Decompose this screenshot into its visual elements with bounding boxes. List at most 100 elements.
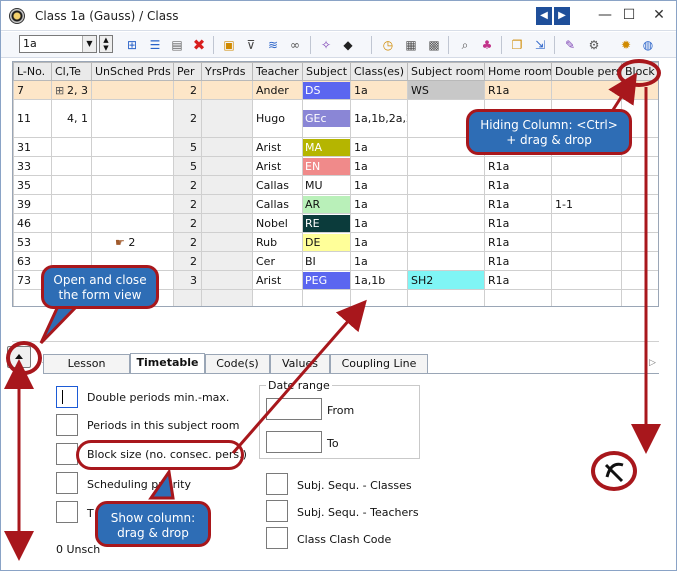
- subject-room-periods-field[interactable]: [56, 414, 78, 436]
- periods-cell[interactable]: 2: [173, 194, 202, 214]
- home-room-cell[interactable]: R1a: [484, 80, 552, 100]
- classes-cell[interactable]: 1a: [350, 137, 408, 157]
- column-header-cl-te[interactable]: Cl,Te: [51, 62, 92, 81]
- new-doc-icon[interactable]: ▤: [168, 36, 186, 54]
- edit-icon[interactable]: ✎: [561, 36, 579, 54]
- lesson-number-cell[interactable]: 33: [13, 156, 52, 176]
- block-cell[interactable]: [621, 270, 658, 290]
- timetable-icon[interactable]: ▦: [402, 36, 420, 54]
- grid-icon[interactable]: ▩: [425, 36, 443, 54]
- empty-cell[interactable]: [621, 289, 658, 306]
- double-periods-cell[interactable]: [551, 213, 622, 233]
- clock-icon[interactable]: ◷: [379, 36, 397, 54]
- gear-icon[interactable]: ✹: [617, 36, 635, 54]
- year-periods-cell[interactable]: [201, 213, 253, 233]
- block-size-field[interactable]: [56, 443, 78, 465]
- tab-values[interactable]: Values: [270, 354, 330, 373]
- teacher-cell[interactable]: Arist: [252, 137, 303, 157]
- unscheduled-cell[interactable]: [91, 213, 174, 233]
- teacher-hat-icon[interactable]: ◆: [339, 36, 357, 54]
- home-room-cell[interactable]: R1a: [484, 175, 552, 195]
- teacher-cell[interactable]: Hugo: [252, 99, 303, 138]
- year-periods-cell[interactable]: [201, 194, 253, 214]
- unscheduled-cell[interactable]: [91, 80, 174, 100]
- subject-room-cell[interactable]: [407, 213, 485, 233]
- new-row-icon[interactable]: ⊞: [123, 36, 141, 54]
- unscheduled-cell[interactable]: [91, 156, 174, 176]
- subject-cell[interactable]: MU: [302, 175, 351, 195]
- table-row[interactable]: 7 ⊞ 2, 3 2 Ander DS 1a WS R1a: [13, 80, 658, 100]
- tune-icon[interactable]: ≋: [264, 36, 282, 54]
- block-cell[interactable]: [621, 156, 658, 176]
- date-from-field[interactable]: [266, 398, 322, 420]
- empty-cell[interactable]: [252, 289, 303, 306]
- periods-cell[interactable]: 2: [173, 251, 202, 271]
- class-teacher-cell[interactable]: [51, 194, 92, 214]
- class-teacher-cell[interactable]: 4, 1: [51, 99, 92, 138]
- unscheduled-cell[interactable]: [91, 137, 174, 157]
- classes-cell[interactable]: 1a,1b,2a,2b: [350, 99, 408, 138]
- subject-cell[interactable]: EN: [302, 156, 351, 176]
- periods-cell[interactable]: 5: [173, 156, 202, 176]
- teacher-cell[interactable]: Callas: [252, 175, 303, 195]
- periods-cell[interactable]: 2: [173, 99, 202, 138]
- class-stepper[interactable]: ▲ ▼: [99, 35, 113, 53]
- year-periods-cell[interactable]: [201, 156, 253, 176]
- column-header-per[interactable]: Per: [173, 62, 202, 81]
- unscheduled-cell[interactable]: [91, 99, 174, 138]
- tab-code-s[interactable]: Code(s): [205, 354, 270, 373]
- empty-cell[interactable]: [484, 289, 552, 306]
- home-room-cell[interactable]: R1a: [484, 232, 552, 252]
- tab-lesson[interactable]: Lesson: [43, 354, 130, 373]
- form-splitter[interactable]: [12, 341, 659, 342]
- lesson-number-cell[interactable]: 35: [13, 175, 52, 195]
- double-periods-cell[interactable]: [551, 156, 622, 176]
- block-cell[interactable]: [621, 232, 658, 252]
- lesson-number-cell[interactable]: 46: [13, 213, 52, 233]
- table-row[interactable]: 53 ☛ 2 2 Rub DE 1a R1a: [13, 232, 658, 252]
- classes-cell[interactable]: 1a: [350, 175, 408, 195]
- periods-cell[interactable]: 2: [173, 175, 202, 195]
- periods-cell[interactable]: 2: [173, 213, 202, 233]
- column-header-unsched-prds[interactable]: UnSched Prds: [91, 62, 174, 81]
- classes-cell[interactable]: 1a: [350, 232, 408, 252]
- subject-room-cell[interactable]: [407, 175, 485, 195]
- block-cell[interactable]: [621, 194, 658, 214]
- classes-cell[interactable]: 1a: [350, 80, 408, 100]
- double-periods-cell[interactable]: 1-1: [551, 194, 622, 214]
- year-periods-cell[interactable]: [201, 232, 253, 252]
- subject-cell[interactable]: AR: [302, 194, 351, 214]
- empty-cell[interactable]: [350, 289, 408, 306]
- link-icon[interactable]: ∞: [286, 36, 304, 54]
- classes-cell[interactable]: 1a: [350, 213, 408, 233]
- empty-cell[interactable]: [407, 289, 485, 306]
- subject-room-cell[interactable]: [407, 251, 485, 271]
- column-header-subject[interactable]: Subject: [302, 62, 351, 81]
- lesson-number-cell[interactable]: 31: [13, 137, 52, 157]
- teacher-cell[interactable]: Callas: [252, 194, 303, 214]
- teacher-cell[interactable]: Arist: [252, 156, 303, 176]
- settings-icon[interactable]: ⚙: [585, 36, 603, 54]
- unscheduled-cell[interactable]: ☛ 2: [91, 232, 174, 252]
- year-periods-cell[interactable]: [201, 137, 253, 157]
- subject-cell[interactable]: DE: [302, 232, 351, 252]
- periods-cell[interactable]: 2: [173, 232, 202, 252]
- block-cell[interactable]: [621, 213, 658, 233]
- subject-room-cell[interactable]: [407, 156, 485, 176]
- column-header-double-pers[interactable]: Double pers.: [551, 62, 622, 81]
- class-teacher-cell[interactable]: [51, 175, 92, 195]
- subject-cell[interactable]: GEc: [302, 99, 351, 138]
- unscheduled-cell[interactable]: [91, 194, 174, 214]
- prev-element-button[interactable]: ◀: [536, 7, 552, 25]
- class-teacher-cell[interactable]: [51, 137, 92, 157]
- unscheduled-cell[interactable]: [91, 175, 174, 195]
- tab-timetable[interactable]: Timetable: [130, 353, 205, 373]
- teacher-cell[interactable]: Cer: [252, 251, 303, 271]
- chevron-down-icon[interactable]: ▼: [82, 36, 96, 52]
- home-room-cell[interactable]: R1a: [484, 194, 552, 214]
- column-header-yrsprds[interactable]: YrsPrds: [201, 62, 253, 81]
- subject-cell[interactable]: MA: [302, 137, 351, 157]
- subject-cell[interactable]: RE: [302, 213, 351, 233]
- column-header-subject-room[interactable]: Subject room: [407, 62, 485, 81]
- wand-icon[interactable]: ✧: [317, 36, 335, 54]
